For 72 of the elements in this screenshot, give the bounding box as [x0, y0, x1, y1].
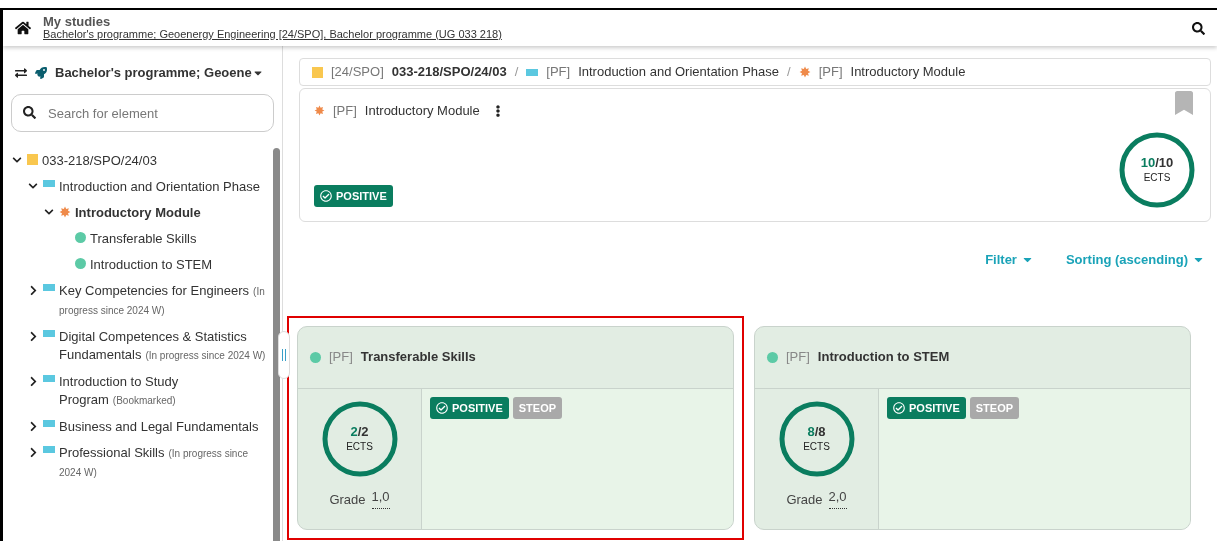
card-title: Introduction to STEM: [817, 348, 950, 367]
breadcrumb-separator: /: [514, 63, 519, 82]
tree-item[interactable]: Business and Legal Fundamentals: [59, 418, 259, 436]
home-icon[interactable]: [15, 20, 31, 36]
folder-square-icon: [27, 154, 38, 165]
tree-item[interactable]: Introduction to Study Program (Bookmarked): [59, 373, 269, 410]
tree-item[interactable]: Professional Skills (In progress since 2024 W): [59, 444, 269, 482]
rocket-icon: [35, 67, 47, 79]
grade-value: 1,0: [371, 489, 390, 509]
breadcrumb-separator: /: [787, 63, 791, 82]
ects-total: /2: [357, 423, 369, 439]
programme-link[interactable]: Bachelor's programme; Geoenergy Engineering [24/SPO], Bachelor programme (UG 033 218): [43, 28, 1180, 41]
card-prefix: [PF]: [786, 348, 810, 367]
ects-earned: 8: [807, 423, 815, 439]
category-bar-icon: [43, 375, 55, 382]
swap-icon[interactable]: [15, 67, 27, 79]
breadcrumb-link[interactable]: Introductory Module: [850, 62, 966, 82]
tree-item[interactable]: Introductory Module: [75, 204, 201, 222]
tree-item[interactable]: 033-218/SPO/24/03: [42, 152, 157, 170]
ects-earned: 10: [1140, 155, 1156, 170]
chevron-down-icon[interactable]: [28, 181, 38, 191]
tree-item-note: (In progress since 2024 W): [145, 350, 266, 361]
category-bar-icon: [43, 284, 55, 291]
ects-total: /8: [814, 423, 826, 439]
tag-badge: STEOP: [969, 396, 1020, 419]
ects-unit: ECTS: [346, 439, 373, 454]
ects-earned: 2: [350, 423, 358, 439]
breadcrumb-link[interactable]: 033-218/SPO/24/03: [391, 62, 507, 82]
page-title: My studies: [43, 15, 112, 28]
splitter-handle[interactable]: [278, 331, 290, 379]
search-field[interactable]: Search for element: [11, 94, 274, 132]
breadcrumb-prefix: [PF]: [546, 63, 571, 82]
module-prefix: [PF]: [333, 102, 357, 120]
tree-item[interactable]: Key Competencies for Engineers (In progress since 2024 W): [59, 282, 269, 320]
breadcrumb-prefix: [PF]: [818, 63, 843, 82]
grade-value: 2,0: [828, 489, 847, 509]
tree-item[interactable]: Introduction to STEM: [90, 256, 213, 274]
scrollbar[interactable]: [273, 148, 280, 541]
category-bar-icon: [526, 68, 539, 76]
grade-label: Grade: [786, 490, 823, 509]
tag-badge: STEOP: [512, 396, 563, 419]
folder-square-icon: [312, 66, 323, 78]
tree-item[interactable]: Transferable Skills: [90, 230, 197, 248]
status-badge: POSITIVE: [887, 396, 966, 419]
badge-icon: [59, 206, 71, 218]
ects-unit: ECTS: [1143, 171, 1171, 185]
course-card[interactable]: [PF] Introduction to STEM 8/8 ECTS Grade 2,0 POSITIVE STEOP: [754, 325, 1191, 530]
chevron-down-icon[interactable]: [44, 207, 54, 217]
category-bar-icon: [43, 180, 55, 187]
module-title: Introductory Module: [364, 102, 480, 120]
card-prefix: [PF]: [329, 348, 353, 367]
chevron-down-icon[interactable]: [12, 155, 22, 165]
search-icon[interactable]: [1192, 21, 1205, 35]
category-bar-icon: [43, 330, 55, 337]
card-title: Transferable Skills: [360, 348, 476, 367]
status-badge: POSITIVE: [314, 184, 393, 208]
grade-label: Grade: [329, 490, 366, 509]
breadcrumb-prefix: [24/SPO]: [331, 63, 384, 82]
ects-total: /10: [1155, 155, 1174, 170]
tree-item[interactable]: Introduction and Orientation Phase: [59, 178, 260, 196]
category-bar-icon: [43, 446, 55, 453]
status-badge: POSITIVE: [430, 396, 509, 419]
course-card[interactable]: [PF] Transferable Skills 2/2 ECTS Grade 1,0 POSITIVE STEOP: [297, 325, 734, 530]
badge-icon: [798, 66, 811, 78]
search-icon: [23, 106, 36, 119]
ects-unit: ECTS: [803, 439, 830, 454]
badge-icon: [314, 105, 325, 117]
category-bar-icon: [43, 420, 55, 427]
programme-dropdown[interactable]: Bachelor's programme; Geoene: [55, 63, 264, 83]
tree-item[interactable]: Digital Competences & Statistics Fundamentals (In progress since 2024 W): [59, 328, 269, 365]
tree-item-note: (Bookmarked): [112, 395, 176, 406]
breadcrumb-link[interactable]: Introduction and Orientation Phase: [578, 62, 780, 82]
